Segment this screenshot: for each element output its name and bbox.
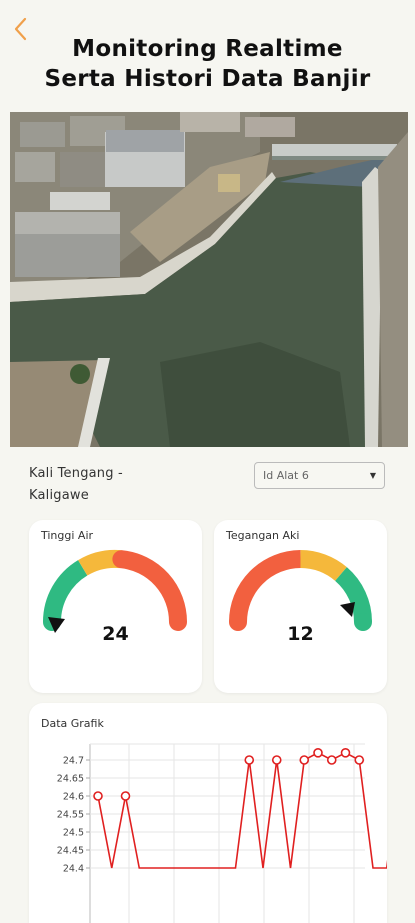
location-name: Kali Tengang - Kaligawe: [29, 463, 219, 507]
battery-voltage-gauge: [229, 550, 373, 631]
water-level-card: Tinggi Air 24: [29, 520, 202, 693]
chart-series-line: [97, 751, 387, 869]
chart-point: [340, 747, 351, 758]
device-select-value: Id Alat 6: [263, 469, 309, 482]
page-title-line1: Monitoring Realtime: [72, 36, 343, 62]
chart-y-tick-label: 24.6: [63, 792, 84, 803]
chart-point: [313, 747, 323, 758]
page-title: Monitoring Realtime Serta Histori Data B…: [0, 34, 415, 94]
chart-point: [326, 755, 337, 765]
data-chart-card: Data Grafik 24.7 24.65 24.6 24.55 24.5 24.45 2…: [29, 703, 387, 923]
chart-y-tick-label: 24.7: [63, 756, 84, 767]
device-select-dropdown[interactable]: Id Alat 6 ▼: [254, 462, 385, 489]
battery-voltage-card: Tegangan Aki 12: [214, 520, 387, 693]
chart-point: [354, 755, 365, 765]
river-aerial-photo: [10, 112, 408, 447]
chart-point: [120, 791, 131, 801]
chart-y-tick-label: 24.55: [57, 810, 84, 821]
chart-y-tick-label: 24.5: [63, 828, 84, 839]
chart-point: [244, 755, 255, 765]
location-name-line1: Kali Tengang -: [29, 466, 123, 481]
caret-down-icon: ▼: [369, 471, 376, 480]
battery-voltage-value: 12: [287, 623, 314, 645]
chart-point: [271, 755, 282, 765]
chart-y-tick-label: 24.65: [57, 774, 84, 785]
location-name-line2: Kaligawe: [29, 488, 89, 503]
chart-point: [93, 791, 103, 801]
gauge-pointer-icon: [340, 602, 355, 617]
chart-point: [299, 755, 310, 765]
chart-y-tick-label: 24.45: [57, 846, 84, 857]
water-level-gauge: [42, 549, 188, 633]
page-title-line2: Serta Histori Data Banjir: [44, 66, 371, 92]
water-level-value: 24: [102, 623, 129, 645]
chart-y-tick-label: 24.4: [63, 864, 84, 875]
data-chart: 24.7 24.65 24.6 24.55 24.5 24.45 24.4: [57, 743, 387, 923]
